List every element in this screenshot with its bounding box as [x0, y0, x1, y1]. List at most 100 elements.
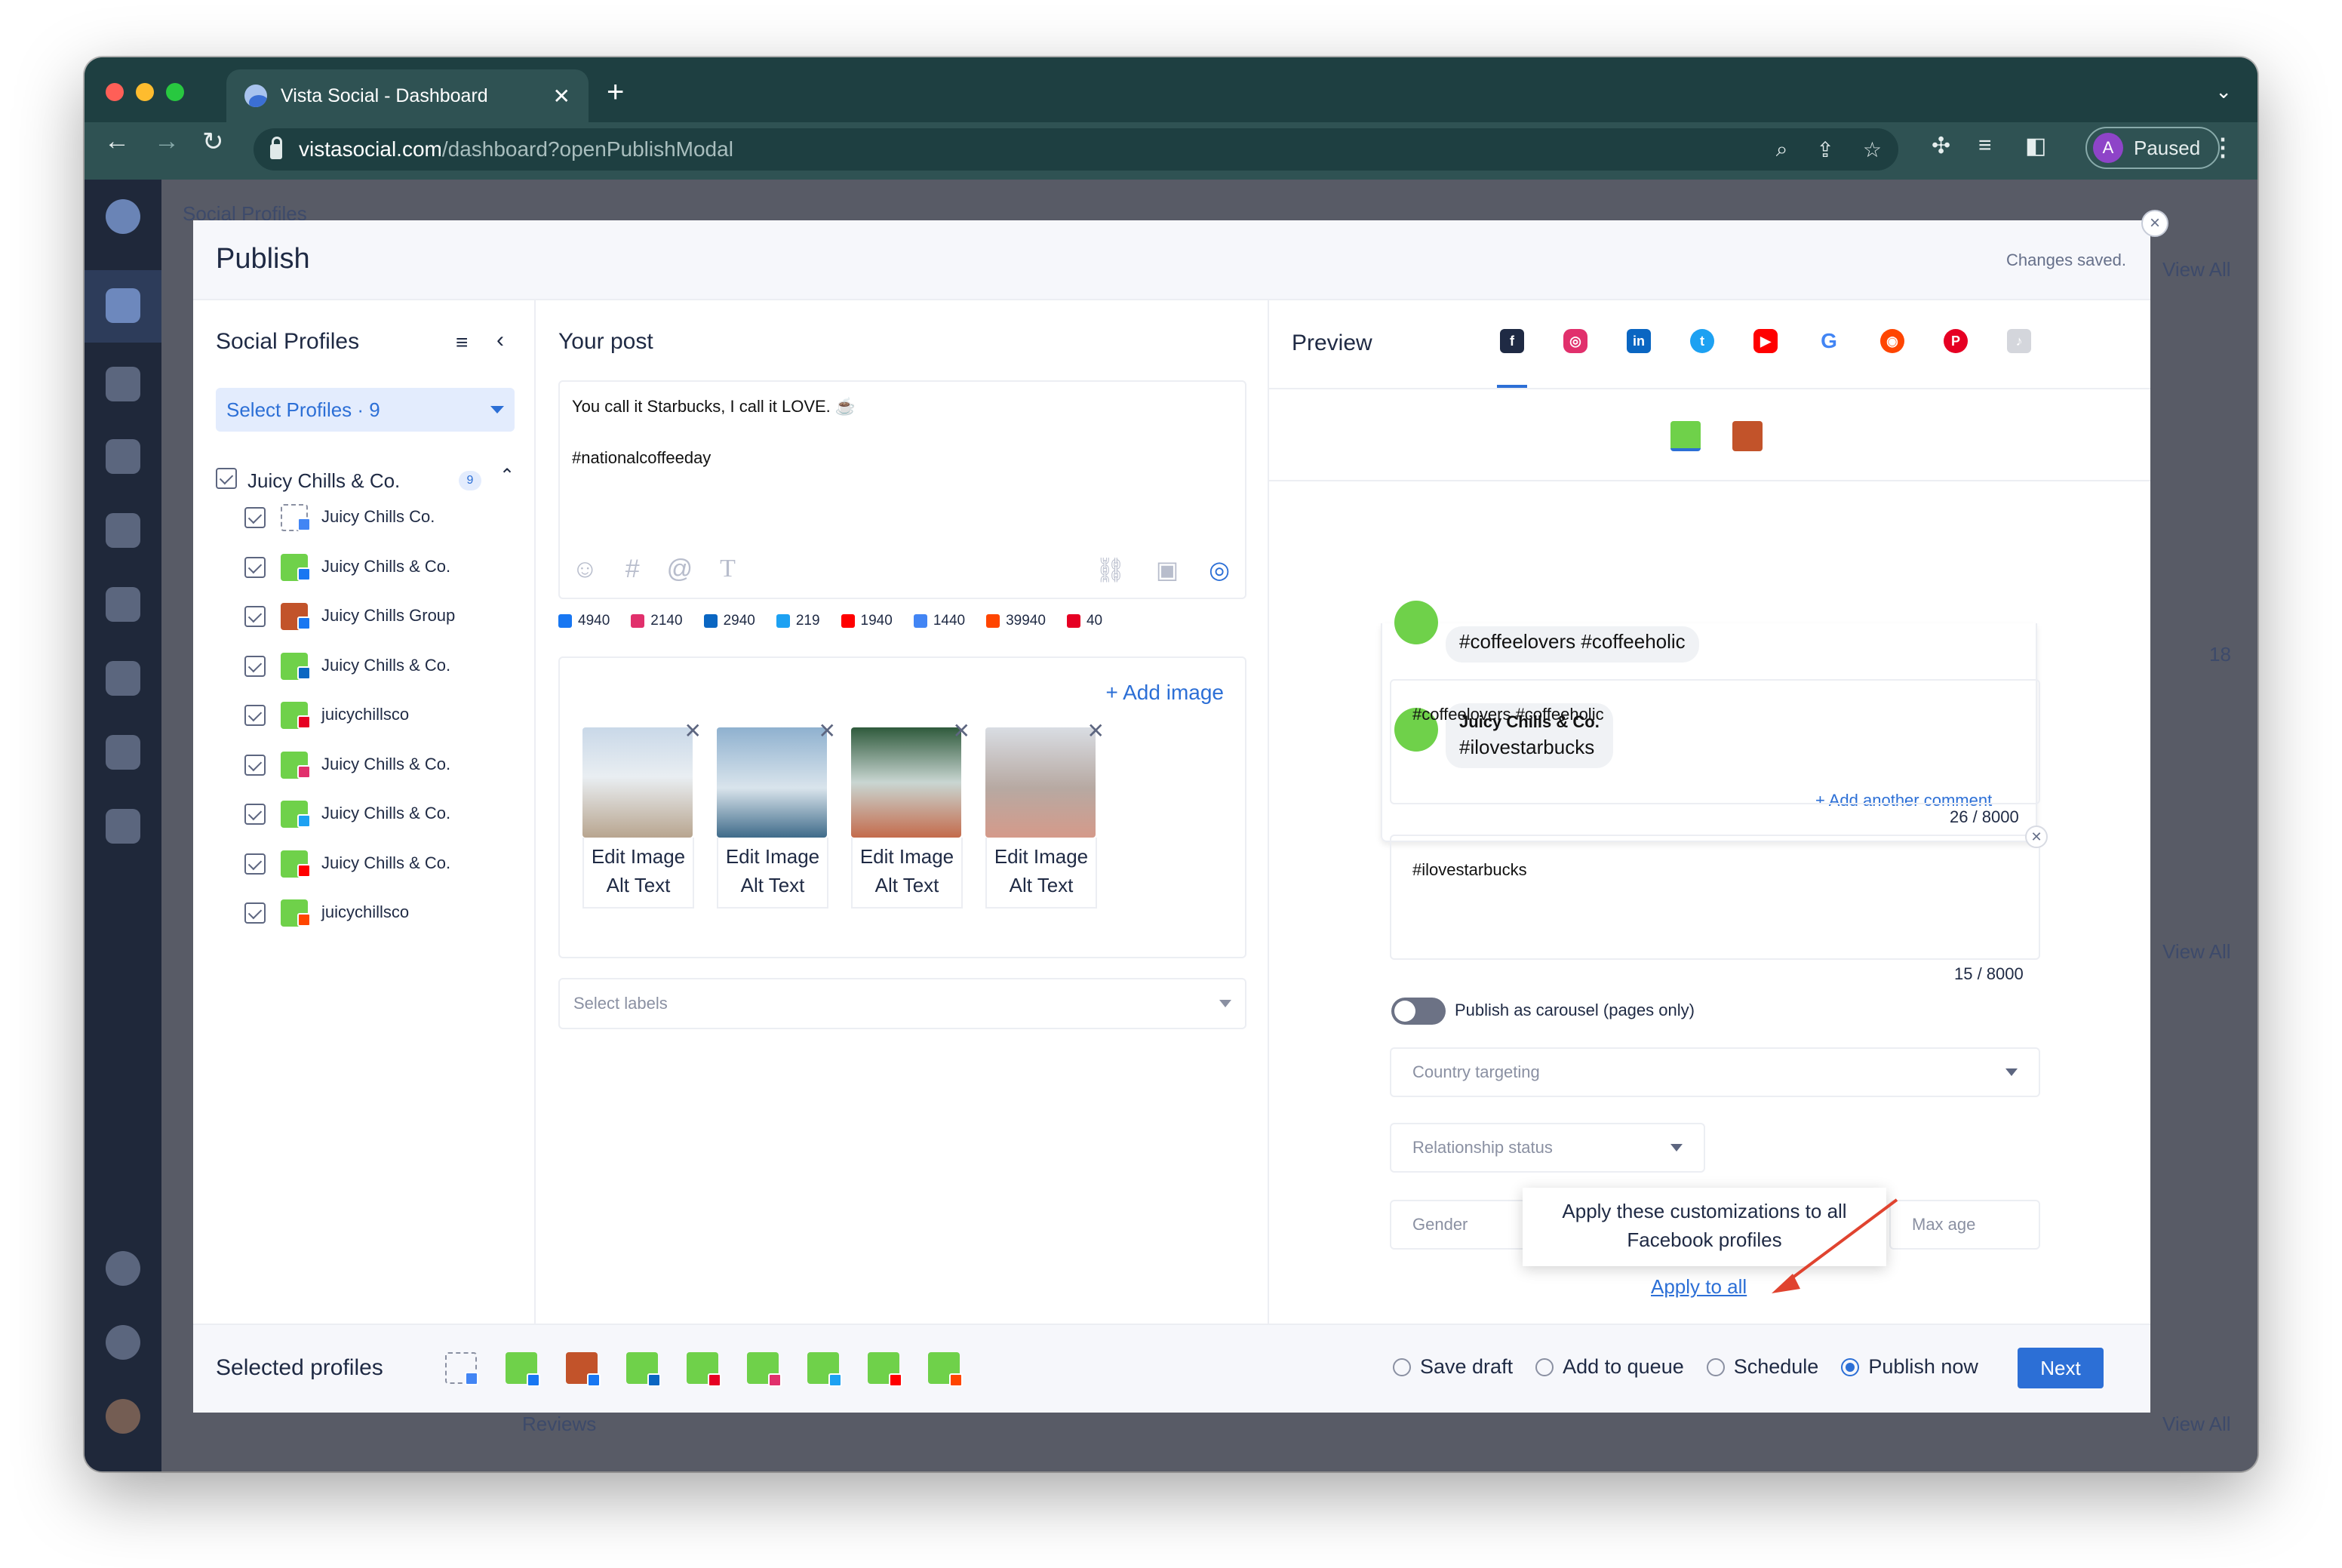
help-icon[interactable] — [106, 1325, 140, 1360]
remove-image-icon[interactable]: ✕ — [953, 718, 970, 743]
selected-profile-avatar[interactable] — [445, 1352, 478, 1385]
edit-image-link[interactable]: Edit Image — [718, 842, 827, 871]
profile-checkbox[interactable] — [244, 507, 266, 528]
edit-image-link[interactable]: Edit Image — [584, 842, 693, 871]
logo-icon[interactable] — [106, 199, 140, 234]
extensions-icon[interactable]: ✣ — [1932, 133, 1950, 159]
profile-row[interactable]: Juicy Chills Group — [193, 601, 536, 632]
profile-checkbox[interactable] — [244, 556, 266, 578]
tab-search-chevron-icon[interactable]: ⌄ — [2215, 80, 2232, 103]
coffee-image[interactable] — [582, 727, 693, 838]
filter-icon[interactable]: ≡ — [456, 331, 468, 355]
hashtag-icon[interactable]: # — [625, 555, 640, 584]
selected-profile-avatar[interactable] — [626, 1352, 661, 1387]
image-thumbnail[interactable]: ✕ Edit Image Alt Text — [582, 719, 702, 909]
publish-option[interactable]: Publish now — [1841, 1355, 1978, 1379]
country-targeting-select[interactable]: Country targeting — [1390, 1047, 2040, 1097]
camera-icon[interactable]: ◎ — [1209, 555, 1230, 584]
radio-icon[interactable] — [1393, 1357, 1411, 1376]
profile-checkbox[interactable] — [244, 705, 266, 726]
address-bar[interactable]: vistasocial.com /dashboard?openPublishMo… — [254, 128, 1898, 171]
back-icon[interactable]: ← — [104, 127, 130, 156]
facebook-tab-icon[interactable]: f — [1500, 329, 1524, 353]
coffee-image[interactable] — [717, 727, 827, 838]
reports-icon[interactable] — [106, 809, 140, 844]
image-thumbnail[interactable]: ✕ Edit Image Alt Text — [717, 719, 836, 909]
reload-icon[interactable]: ↻ — [202, 127, 224, 157]
close-window-icon[interactable] — [106, 83, 124, 101]
preview-profile-avatar-1[interactable] — [1670, 421, 1701, 451]
close-tab-icon[interactable]: ✕ — [553, 84, 570, 109]
add-icon[interactable] — [106, 1251, 140, 1286]
forward-icon[interactable]: → — [154, 127, 180, 156]
radio-icon[interactable] — [1841, 1357, 1860, 1376]
instagram-tab-icon[interactable]: ◎ — [1563, 329, 1587, 353]
media-control-icon[interactable]: ≡ — [1978, 133, 1992, 158]
publish-option[interactable]: Save draft — [1393, 1355, 1513, 1379]
apply-to-all-link[interactable]: Apply to all — [1651, 1275, 1747, 1299]
gender-select[interactable]: Gender — [1390, 1200, 1541, 1250]
labels-select[interactable]: Select labels — [558, 978, 1246, 1029]
next-button[interactable]: Next — [2018, 1348, 2104, 1388]
text-format-icon[interactable]: T — [720, 555, 736, 584]
profile-checkbox[interactable] — [244, 754, 266, 776]
video-icon[interactable]: ▣ — [1156, 555, 1179, 584]
max-age-input[interactable]: Max age — [1889, 1200, 2040, 1250]
alt-text-link[interactable]: Alt Text — [584, 871, 693, 899]
pin-icon[interactable] — [106, 735, 140, 770]
selected-profile-avatar[interactable] — [868, 1352, 902, 1387]
publish-option[interactable]: Add to queue — [1535, 1355, 1684, 1379]
bg-view-all-2[interactable]: View All — [2162, 940, 2231, 964]
post-text[interactable]: You call it Starbucks, I call it LOVE. ☕… — [572, 394, 856, 471]
profile-checkbox[interactable] — [244, 655, 266, 677]
browser-tab[interactable]: Vista Social - Dashboard ✕ — [226, 69, 589, 122]
coffee-image[interactable] — [851, 727, 961, 838]
remove-comment-icon[interactable]: ✕ — [2025, 826, 2048, 848]
bg-view-all-1[interactable]: View All — [2162, 258, 2231, 281]
home-icon[interactable] — [106, 288, 140, 323]
edit-image-link[interactable]: Edit Image — [853, 842, 961, 871]
calendar-icon[interactable] — [106, 439, 140, 474]
reddit-tab-icon[interactable]: ◉ — [1880, 329, 1904, 353]
emoji-icon[interactable]: ☺ — [572, 555, 598, 584]
comment-input-2-text[interactable]: #ilovestarbucks — [1412, 860, 1527, 880]
new-tab-icon[interactable]: + — [607, 77, 624, 107]
profile-row[interactable]: Juicy Chills & Co. — [193, 552, 536, 583]
browser-menu-icon[interactable]: ⋮ — [2211, 133, 2235, 161]
coffee-image[interactable] — [985, 727, 1096, 838]
edit-image-link[interactable]: Edit Image — [987, 842, 1096, 871]
profile-row[interactable]: Juicy Chills & Co. — [193, 799, 536, 829]
selected-profile-avatar[interactable] — [687, 1352, 721, 1387]
remove-image-icon[interactable]: ✕ — [684, 718, 702, 743]
listening-icon[interactable] — [106, 587, 140, 622]
publish-option[interactable]: Schedule — [1706, 1355, 1818, 1379]
tiktok-tab-icon[interactable]: ♪ — [2007, 329, 2031, 353]
google-tab-icon[interactable]: G — [1817, 329, 1841, 353]
profile-checkbox[interactable] — [244, 902, 266, 924]
inbox-icon[interactable] — [106, 513, 140, 548]
side-panel-icon[interactable]: ◧ — [2025, 133, 2046, 159]
alt-text-link[interactable]: Alt Text — [718, 871, 827, 899]
profile-row[interactable]: Juicy Chills & Co. — [193, 651, 536, 681]
group-checkbox[interactable] — [216, 468, 237, 489]
bg-view-all-3[interactable]: View All — [2162, 1413, 2231, 1436]
link-icon[interactable]: ⛓ — [1095, 555, 1126, 584]
send-icon[interactable] — [106, 367, 140, 401]
select-profiles-dropdown[interactable]: Select Profiles · 9 — [216, 388, 515, 432]
selected-profile-avatar[interactable] — [747, 1352, 782, 1387]
radio-icon[interactable] — [1706, 1357, 1725, 1376]
add-image-button[interactable]: + Add image — [1106, 681, 1224, 705]
comment-input-1[interactable]: #coffeelovers #coffeeholic — [1390, 679, 2040, 804]
comment-input-1-text[interactable]: #coffeelovers #coffeeholic — [1412, 705, 1604, 724]
youtube-tab-icon[interactable]: ▶ — [1753, 329, 1778, 353]
carousel-toggle[interactable] — [1391, 998, 1446, 1025]
profile-button[interactable]: A Paused — [2085, 127, 2220, 169]
minimize-window-icon[interactable] — [136, 83, 154, 101]
profile-row[interactable]: Juicy Chills & Co. — [193, 849, 536, 879]
selected-profile-avatar[interactable] — [928, 1352, 963, 1387]
preview-profile-avatar-2[interactable] — [1732, 421, 1763, 451]
comment-input-2[interactable]: #ilovestarbucks — [1390, 835, 2040, 960]
collapse-chevron-icon[interactable]: ‹ — [496, 327, 504, 353]
pinterest-tab-icon[interactable]: P — [1944, 329, 1968, 353]
profile-row[interactable]: juicychillsco — [193, 700, 536, 730]
